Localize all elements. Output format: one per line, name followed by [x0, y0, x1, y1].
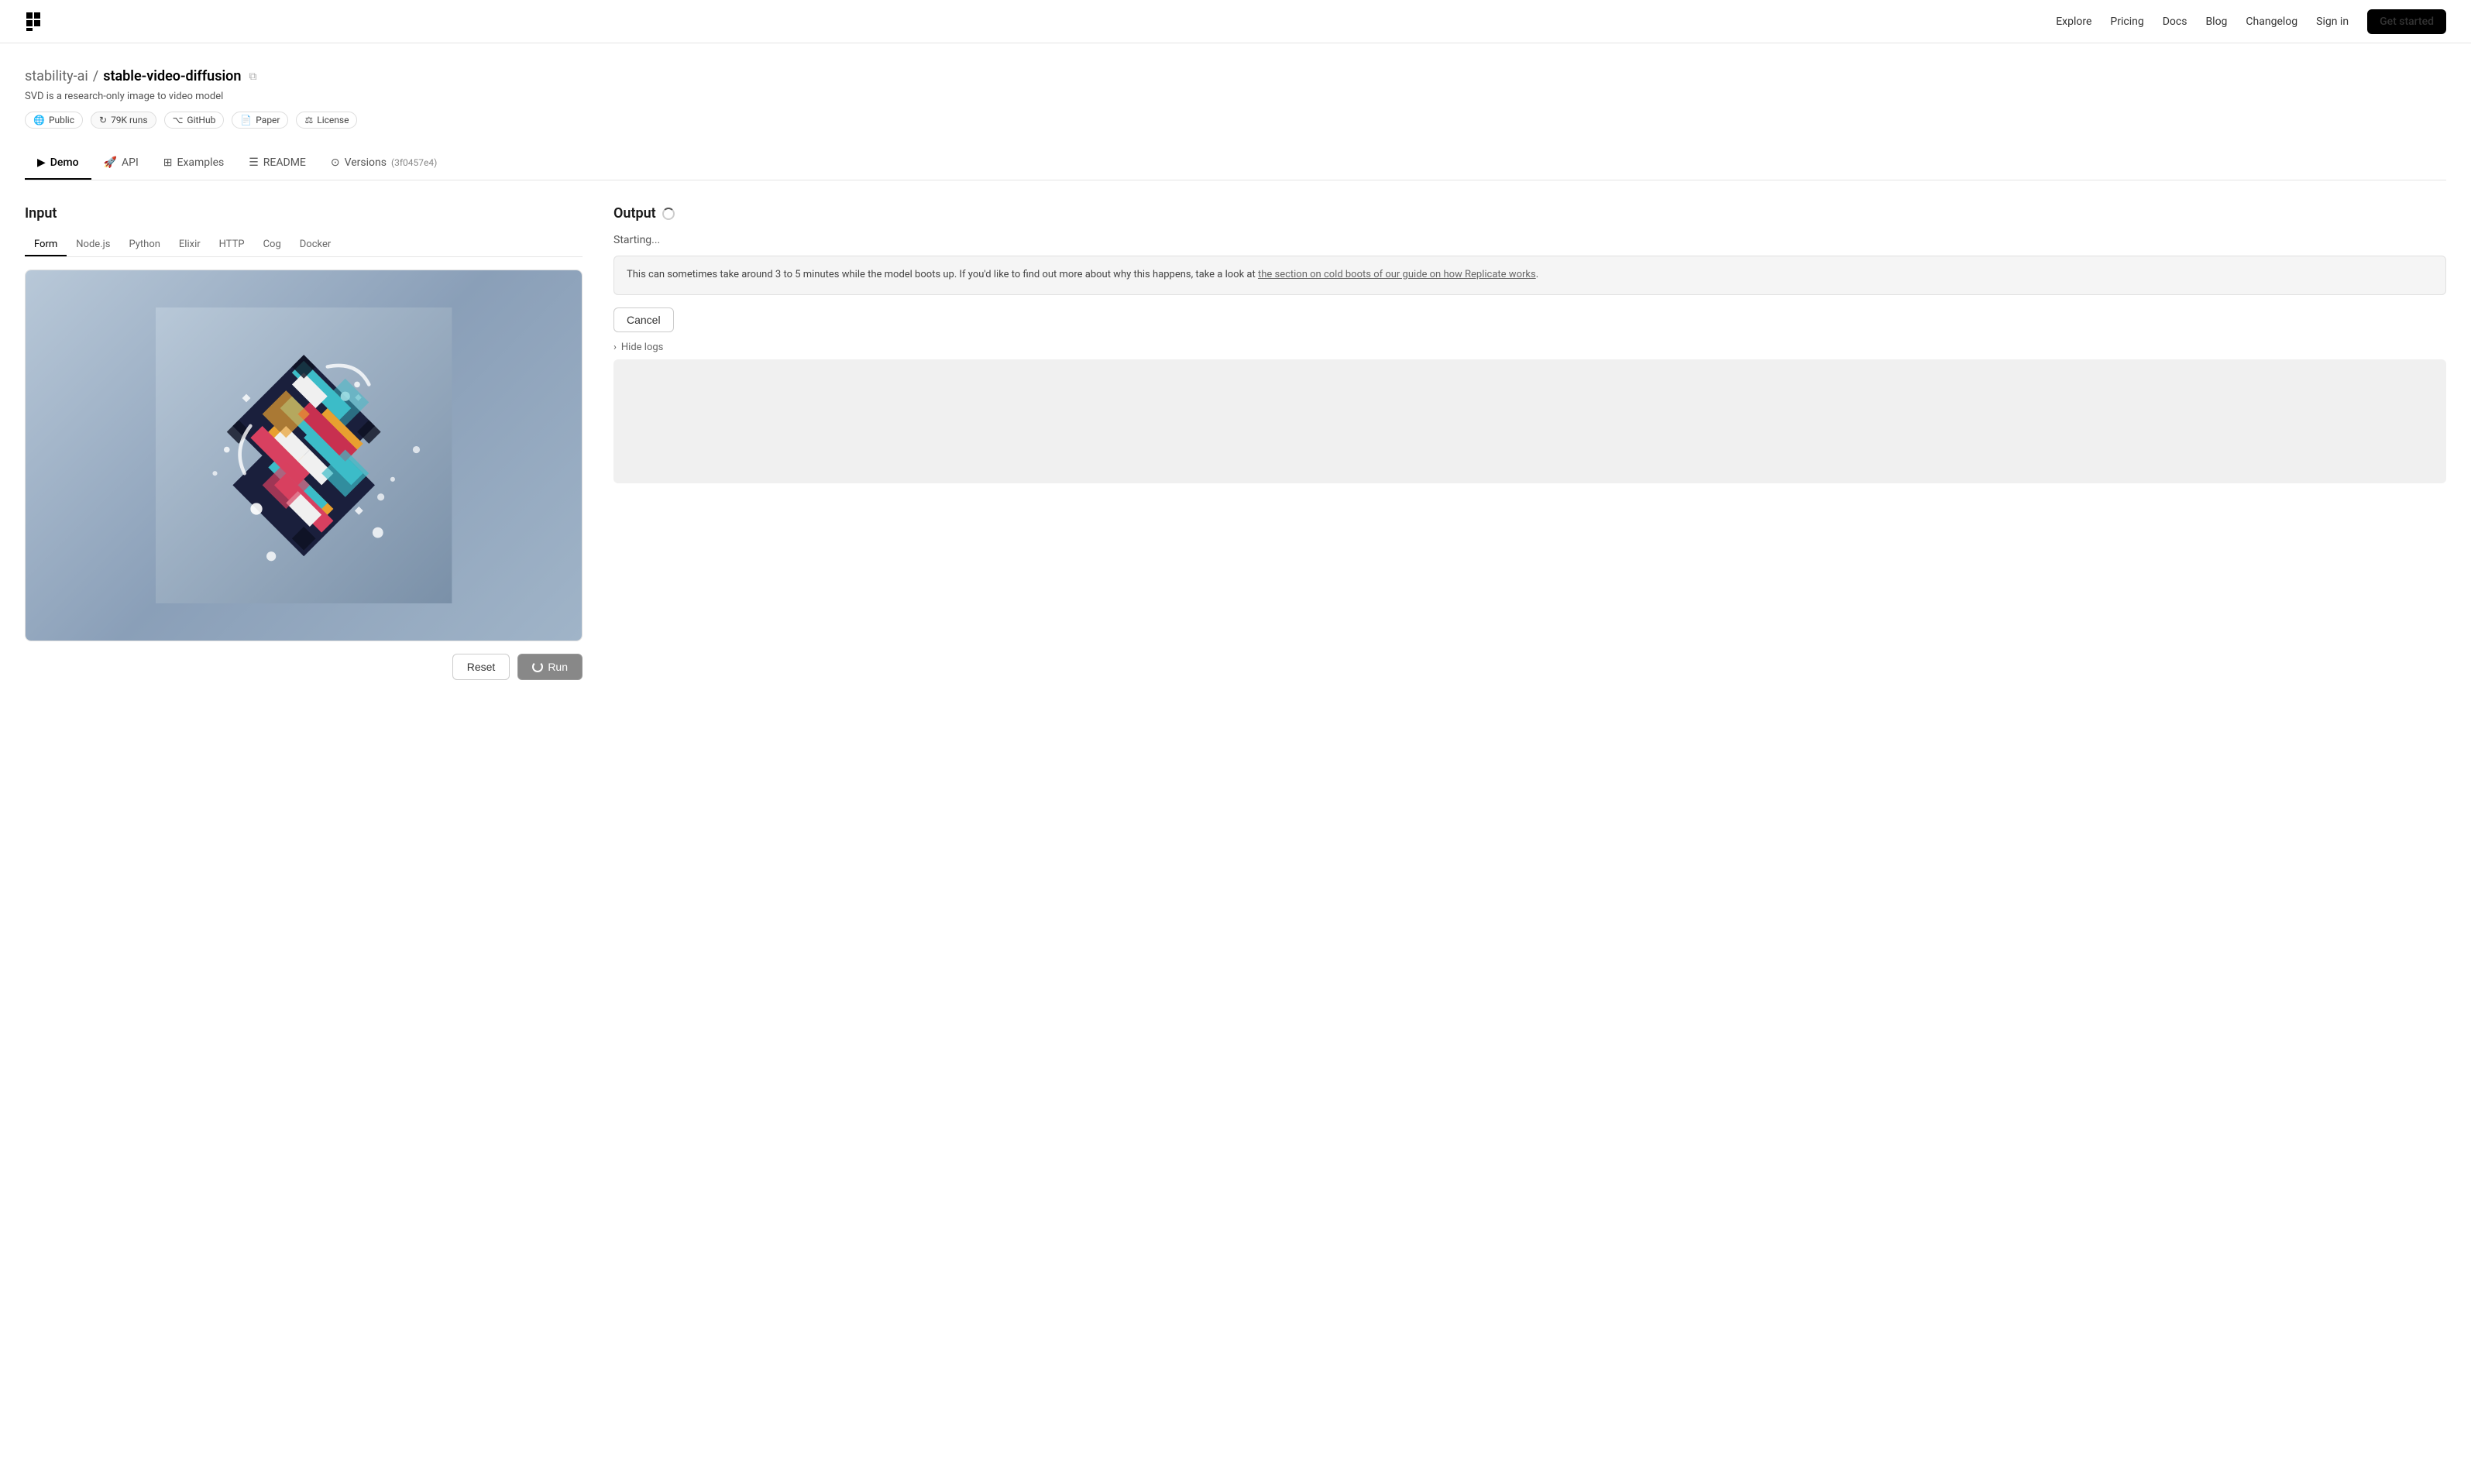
- input-title: Input: [25, 205, 583, 222]
- info-link[interactable]: the section on cold boots of our guide o…: [1258, 269, 1536, 280]
- badge-paper-label: Paper: [256, 115, 280, 125]
- model-name: stable-video-diffusion: [103, 68, 241, 84]
- main-tabs: ▶ Demo 🚀 API ⊞ Examples ☰ README ⊙ Versi…: [25, 147, 2446, 180]
- version-badge: (3f0457e4): [391, 157, 437, 168]
- badge-license-label: License: [317, 115, 349, 125]
- badge-public[interactable]: 🌐 Public: [25, 112, 83, 129]
- action-row: Reset Run: [25, 654, 583, 680]
- navbar: Explore Pricing Docs Blog Changelog Sign…: [0, 0, 2471, 43]
- badge-runs-label: 79K runs: [111, 115, 148, 125]
- output-title: Output: [613, 205, 2446, 222]
- output-title-text: Output: [613, 205, 656, 222]
- page: stability-ai / stable-video-diffusion ⧉ …: [0, 43, 2471, 680]
- tab-versions-label: Versions: [345, 156, 387, 169]
- logo-icon: [25, 11, 46, 33]
- logo[interactable]: [25, 11, 46, 33]
- tab-versions[interactable]: ⊙ Versions (3f0457e4): [318, 147, 449, 180]
- badge-license[interactable]: ⚖ License: [296, 112, 357, 129]
- globe-icon: 🌐: [33, 115, 45, 125]
- code-tab-python[interactable]: Python: [119, 234, 169, 256]
- license-icon: ⚖: [304, 115, 313, 125]
- code-tabs: Form Node.js Python Elixir HTTP Cog Dock…: [25, 234, 583, 257]
- nav-link-changelog[interactable]: Changelog: [2246, 15, 2297, 28]
- code-tab-cog[interactable]: Cog: [254, 234, 290, 256]
- examples-icon: ⊞: [163, 156, 173, 169]
- code-tab-docker[interactable]: Docker: [290, 234, 341, 256]
- input-panel: Input Form Node.js Python Elixir HTTP Co…: [25, 205, 583, 680]
- play-icon: ▶: [37, 156, 46, 169]
- nav-link-pricing[interactable]: Pricing: [2110, 15, 2143, 28]
- badge-github-label: GitHub: [187, 115, 215, 125]
- badge-paper[interactable]: 📄 Paper: [232, 112, 288, 129]
- run-label: Run: [548, 661, 568, 673]
- nav-links: Explore Pricing Docs Blog Changelog Sign…: [2056, 9, 2446, 34]
- image-upload-area[interactable]: [25, 270, 583, 641]
- nav-link-docs[interactable]: Docs: [2163, 15, 2187, 28]
- org-link[interactable]: stability-ai: [25, 68, 88, 84]
- get-started-button[interactable]: Get started: [2367, 9, 2446, 34]
- tab-readme[interactable]: ☰ README: [236, 147, 318, 180]
- badges-row: 🌐 Public ↻ 79K runs ⌥ GitHub 📄 Paper ⚖ L…: [25, 112, 2446, 129]
- code-tab-elixir[interactable]: Elixir: [170, 234, 210, 256]
- logs-toggle[interactable]: › Hide logs: [613, 342, 2446, 353]
- logs-area: [613, 359, 2446, 483]
- badge-runs[interactable]: ↻ 79K runs: [91, 112, 156, 129]
- chevron-right-icon: ›: [613, 342, 617, 353]
- status-text: Starting...: [613, 234, 2446, 246]
- tab-demo-label: Demo: [50, 156, 79, 169]
- reset-button[interactable]: Reset: [452, 654, 510, 680]
- github-icon: ⌥: [173, 115, 184, 125]
- image-placeholder: [26, 270, 582, 641]
- code-tab-nodejs[interactable]: Node.js: [67, 234, 119, 256]
- readme-icon: ☰: [249, 156, 259, 169]
- versions-icon: ⊙: [331, 156, 340, 169]
- copy-icon[interactable]: ⧉: [249, 70, 256, 83]
- tab-demo[interactable]: ▶ Demo: [25, 147, 91, 180]
- main-content: Input Form Node.js Python Elixir HTTP Co…: [25, 180, 2446, 680]
- code-tab-form[interactable]: Form: [25, 234, 67, 256]
- signin-link[interactable]: Sign in: [2316, 15, 2349, 28]
- tab-api-label: API: [122, 156, 139, 169]
- geometric-illustration: [81, 307, 526, 603]
- output-panel: Output Starting... This can sometimes ta…: [613, 205, 2446, 680]
- code-tab-http[interactable]: HTTP: [210, 234, 254, 256]
- tab-examples[interactable]: ⊞ Examples: [151, 147, 236, 180]
- breadcrumb-separator: /: [93, 68, 98, 84]
- info-box: This can sometimes take around 3 to 5 mi…: [613, 256, 2446, 295]
- badge-public-label: Public: [49, 115, 74, 125]
- paper-icon: 📄: [240, 115, 252, 125]
- breadcrumb: stability-ai / stable-video-diffusion ⧉: [25, 68, 2446, 84]
- run-spinner: [532, 661, 543, 672]
- logs-toggle-label: Hide logs: [621, 342, 663, 353]
- nav-link-blog[interactable]: Blog: [2205, 15, 2227, 28]
- tab-examples-label: Examples: [177, 156, 225, 169]
- output-spinner: [662, 208, 675, 220]
- run-button[interactable]: Run: [517, 654, 583, 680]
- tab-readme-label: README: [263, 156, 306, 169]
- api-icon: 🚀: [104, 156, 117, 169]
- badge-github[interactable]: ⌥ GitHub: [164, 112, 225, 129]
- info-text: This can sometimes take around 3 to 5 mi…: [627, 269, 1256, 280]
- runs-icon: ↻: [99, 115, 107, 125]
- tab-api[interactable]: 🚀 API: [91, 147, 151, 180]
- nav-link-explore[interactable]: Explore: [2056, 15, 2091, 28]
- model-description: SVD is a research-only image to video mo…: [25, 91, 2446, 102]
- cancel-button[interactable]: Cancel: [613, 307, 674, 332]
